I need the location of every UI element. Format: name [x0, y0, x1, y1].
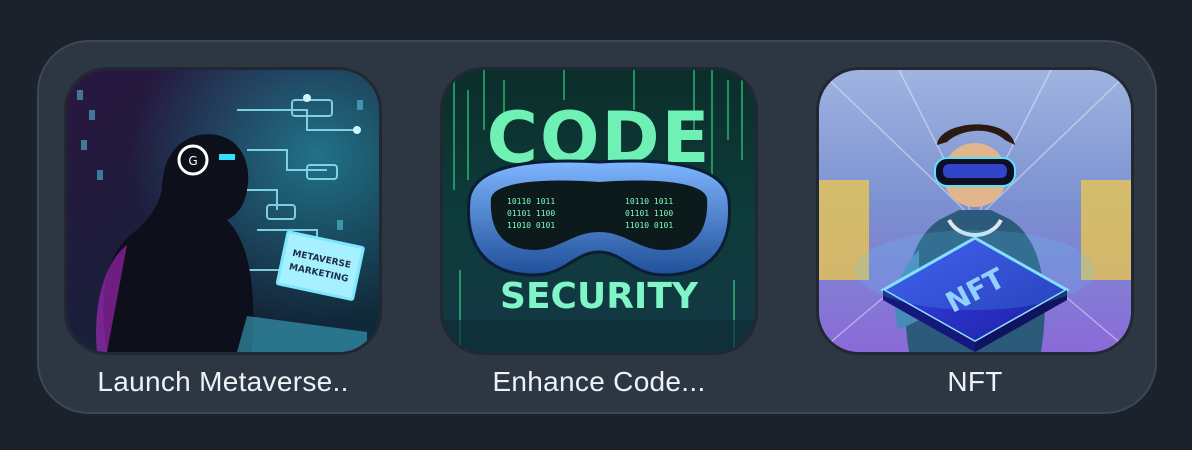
svg-text:11010 0101: 11010 0101: [625, 221, 673, 230]
svg-text:01101 1100: 01101 1100: [507, 209, 555, 218]
svg-text:10110 1011: 10110 1011: [507, 197, 555, 206]
app-label[interactable]: Launch Metaverse..: [47, 366, 399, 398]
thumbnail-text-security: SECURITY: [500, 276, 699, 317]
svg-text:G: G: [188, 154, 197, 168]
app-item-nft[interactable]: NFT NFT: [819, 70, 1131, 400]
app-shortcuts-panel: G METAVERSE MARKETING Launch Metaverse..: [37, 40, 1157, 414]
app-item-enhance-code[interactable]: CODE 10110 1011 01101 1100 11010 0101 10…: [443, 70, 755, 400]
svg-text:10110 1011: 10110 1011: [625, 197, 673, 206]
nft-thumbnail[interactable]: NFT: [819, 70, 1131, 352]
app-item-launch-metaverse[interactable]: G METAVERSE MARKETING Launch Metaverse..: [67, 70, 379, 400]
svg-text:01101 1100: 01101 1100: [625, 209, 673, 218]
app-label[interactable]: Enhance Code...: [423, 366, 775, 398]
metaverse-marketing-thumbnail[interactable]: G METAVERSE MARKETING: [67, 70, 379, 352]
nft-image: NFT: [819, 70, 1131, 352]
code-security-image: CODE 10110 1011 01101 1100 11010 0101 10…: [443, 70, 755, 352]
code-security-thumbnail[interactable]: CODE 10110 1011 01101 1100 11010 0101 10…: [443, 70, 755, 352]
metaverse-image: G METAVERSE MARKETING: [67, 70, 379, 352]
svg-text:11010 0101: 11010 0101: [507, 221, 555, 230]
app-label[interactable]: NFT: [799, 366, 1151, 398]
